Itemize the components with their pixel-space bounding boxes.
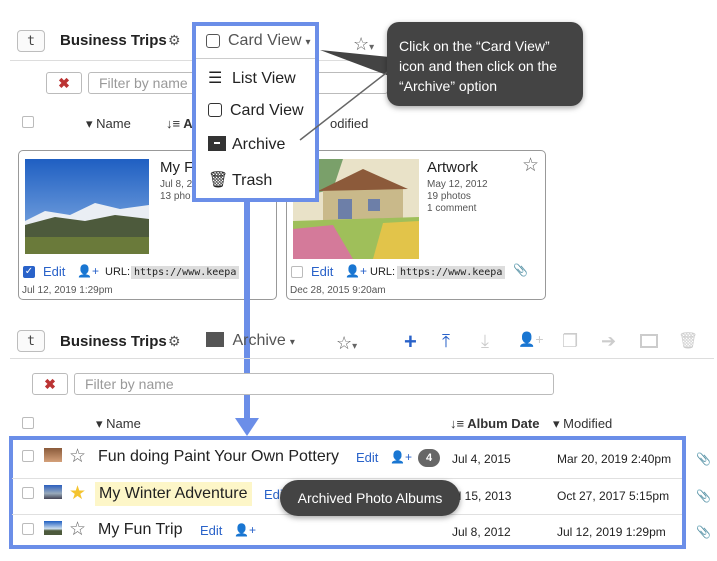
trash-icon[interactable]: 🗑 (678, 331, 698, 351)
column-album-date-header[interactable]: ↓≡ A (166, 116, 193, 131)
card-icon (208, 103, 222, 117)
album-thumbnail[interactable] (44, 521, 62, 535)
row-checkbox[interactable] (22, 450, 34, 462)
row-checkbox[interactable] (22, 523, 34, 535)
callout-pointer (299, 50, 400, 141)
add-icon[interactable]: + (404, 329, 417, 355)
filter-input[interactable]: Filter by name (74, 373, 554, 395)
list-icon: ☰ (208, 70, 223, 87)
card-url-label: URL: (105, 266, 131, 278)
album-thumbnail[interactable] (25, 159, 149, 254)
column-album-date-header[interactable]: ↓≡ Album Date (450, 416, 539, 431)
archive-icon[interactable] (640, 334, 658, 348)
column-name-label: Name (96, 116, 131, 131)
album-card[interactable]: Artwork May 12, 2012 19 photos 1 comment… (286, 150, 546, 300)
paperclip-icon[interactable]: 📎 (696, 489, 711, 503)
menu-item-trash[interactable]: 🗑 Trash (208, 170, 272, 190)
share-user-icon[interactable]: 👤+ (390, 450, 412, 464)
card-url-value[interactable]: https://www.keepa (397, 266, 506, 279)
column-modified-header[interactable]: ▾ Modified (553, 416, 612, 432)
card-url-value[interactable]: https://www.keepa (131, 266, 240, 279)
card-date: May 12, 2012 (427, 179, 488, 190)
album-group-title: Business Trips (60, 32, 167, 49)
tag-button[interactable]: t (17, 330, 45, 352)
table-row[interactable]: ☆ My Fun Trip Edit 👤+ Jul 8, 2012 Jul 12… (12, 515, 682, 551)
archived-albums-callout: Archived Photo Albums (280, 480, 460, 516)
modified-cell: Mar 20, 2019 2:40pm (557, 452, 672, 466)
card-title[interactable]: Artwork (427, 159, 478, 176)
tag-button[interactable]: t (17, 30, 45, 52)
comment-count-badge: 4 (418, 449, 440, 467)
row-edit-link[interactable]: Edit (200, 523, 222, 538)
favorite-star-filled-icon[interactable]: ★ (69, 482, 86, 505)
album-group-title: Business Trips (60, 333, 167, 350)
archive-icon (206, 332, 224, 347)
card-footer-date: Jul 12, 2019 1:29pm (22, 285, 113, 296)
clear-filter-button[interactable]: ✖ (46, 72, 82, 94)
share-user-icon[interactable]: 👤+ (234, 523, 256, 537)
download-icon[interactable]: ⤓ (481, 331, 489, 352)
upload-icon[interactable]: ⤒ (442, 331, 450, 352)
divider (10, 358, 714, 359)
modified-cell: Oct 27, 2017 5:15pm (557, 489, 670, 503)
row-edit-link[interactable]: Edit (356, 450, 378, 465)
card-photo-count: 13 pho (160, 191, 191, 202)
copy-icon[interactable]: ❐ (562, 331, 578, 352)
modified-cell: Jul 12, 2019 1:29pm (557, 525, 666, 539)
share-user-icon[interactable]: 👤+ (77, 264, 99, 278)
paperclip-icon[interactable]: 📎 (696, 525, 711, 539)
card-comment-count: 1 comment (427, 203, 477, 214)
view-dropdown-toggle[interactable]: Card View ▾ (206, 32, 311, 50)
card-url-label: URL: (370, 266, 396, 278)
share-user-icon[interactable]: 👤+ (518, 331, 544, 348)
share-user-icon[interactable]: 👤+ (345, 264, 367, 278)
row-checkbox[interactable] (22, 487, 34, 499)
column-album-date-label: Album Date (467, 416, 540, 431)
menu-item-label: Trash (232, 172, 273, 189)
album-date-cell: ul 15, 2013 (452, 489, 512, 503)
album-date-cell: Jul 4, 2015 (452, 452, 511, 466)
column-modified-label: Modified (563, 416, 613, 431)
arrow-down-icon (235, 418, 259, 436)
archive-icon (208, 136, 226, 151)
gear-icon[interactable]: ⚙ (168, 32, 181, 49)
paperclip-icon[interactable]: 📎 (696, 452, 711, 466)
favorite-star-icon[interactable]: ☆ (522, 154, 539, 177)
card-edit-link[interactable]: Edit (43, 264, 65, 279)
card-edit-link[interactable]: Edit (311, 264, 333, 279)
view-dropdown-label: Archive (232, 332, 286, 349)
card-checkbox-checked[interactable]: ✓ (23, 266, 35, 278)
view-dropdown-label: Card View (228, 32, 302, 49)
move-arrow-icon[interactable]: ➔ (601, 331, 616, 352)
card-icon (206, 34, 220, 48)
table-row[interactable]: ☆ Fun doing Paint Your Own Pottery Edit … (12, 442, 682, 478)
album-name[interactable]: My Winter Adventure (95, 482, 252, 506)
gear-icon[interactable]: ⚙ (168, 333, 181, 350)
card-title[interactable]: My F (160, 159, 193, 176)
trash-icon: 🗑 (208, 172, 229, 189)
paperclip-icon[interactable]: 📎 (513, 263, 528, 277)
favorite-star-icon[interactable]: ☆ (69, 445, 86, 468)
album-thumbnail[interactable] (44, 448, 62, 462)
card-checkbox[interactable] (291, 266, 303, 278)
card-photo-count: 19 photos (427, 191, 471, 202)
select-all-checkbox[interactable] (22, 417, 34, 429)
star-menu-icon[interactable]: ☆▾ (336, 333, 357, 354)
column-name-label: Name (106, 416, 141, 431)
card-date: Jul 8, 2 (160, 179, 193, 190)
album-name[interactable]: Fun doing Paint Your Own Pottery (98, 448, 339, 466)
album-thumbnail[interactable] (44, 485, 62, 499)
album-name[interactable]: My Fun Trip (98, 521, 182, 539)
card-footer-date: Dec 28, 2015 9:20am (290, 285, 386, 296)
album-date-cell: Jul 8, 2012 (452, 525, 511, 539)
clear-filter-button[interactable]: ✖ (32, 373, 68, 395)
favorite-star-icon[interactable]: ☆ (69, 518, 86, 541)
instruction-callout: Click on the “Card View” icon and then c… (387, 22, 583, 106)
column-name-header[interactable]: ▾ Name (86, 116, 131, 132)
column-name-header[interactable]: ▾ Name (96, 416, 141, 432)
select-all-checkbox[interactable] (22, 116, 34, 128)
view-dropdown-toggle[interactable]: Archive ▾ (206, 332, 295, 350)
